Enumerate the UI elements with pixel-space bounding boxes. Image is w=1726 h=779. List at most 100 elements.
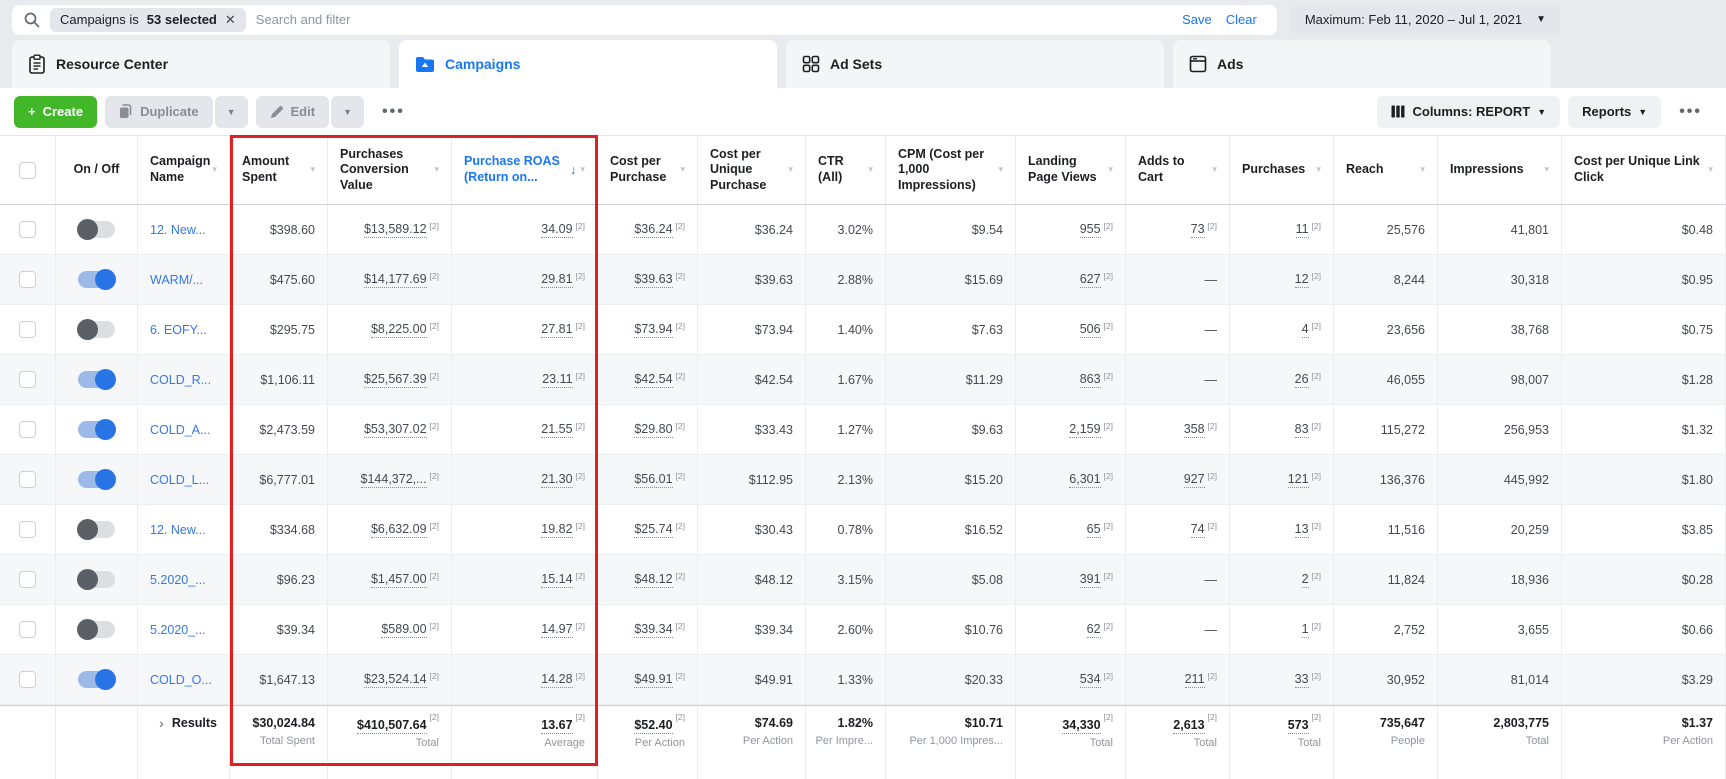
results-cell-label: Total xyxy=(1090,737,1113,749)
row-checkbox[interactable] xyxy=(19,221,36,238)
metric-cell: 3.15% xyxy=(806,555,886,604)
chevron-down-icon[interactable]: ▾ xyxy=(1316,164,1321,175)
metric-cell: $7.63 xyxy=(886,305,1016,354)
column-header-cost-per-unique-link-click[interactable]: Cost per Unique Link Click ▾ xyxy=(1562,136,1726,204)
campaign-name-link[interactable]: COLD_A... xyxy=(150,423,210,437)
metric-cell: 627[2] xyxy=(1016,255,1126,304)
metric-cell: 13[2] xyxy=(1230,505,1334,554)
tab-ad-sets[interactable]: Ad Sets xyxy=(786,40,1164,88)
column-header-purchase-roas[interactable]: Purchase ROAS (Return on... ↓ ▾ xyxy=(452,136,598,204)
chevron-down-icon[interactable]: ▾ xyxy=(1212,164,1217,175)
close-icon[interactable]: ✕ xyxy=(225,12,236,28)
more-options-button[interactable]: ••• xyxy=(1669,103,1712,121)
column-header-purchases-conversion-value[interactable]: Purchases Conversion Value ▾ xyxy=(328,136,452,204)
column-header-cpm[interactable]: CPM (Cost per 1,000 Impressions) ▾ xyxy=(886,136,1016,204)
save-button[interactable]: Save xyxy=(1182,12,1212,27)
metric-value: 2.88% xyxy=(838,273,873,287)
clear-button[interactable]: Clear xyxy=(1226,12,1257,27)
edit-button[interactable]: Edit xyxy=(256,96,330,128)
search-input[interactable]: Search and filter xyxy=(256,12,1172,27)
chevron-down-icon[interactable]: ▾ xyxy=(998,164,1003,175)
chevron-down-icon[interactable]: ▾ xyxy=(310,164,315,175)
row-checkbox[interactable] xyxy=(19,421,36,438)
campaign-toggle[interactable] xyxy=(78,471,115,488)
campaign-name-link[interactable]: 5.2020_... xyxy=(150,573,206,587)
footnote-ref: [2] xyxy=(430,221,439,231)
column-header-purchases[interactable]: Purchases ▾ xyxy=(1230,136,1334,204)
campaign-toggle[interactable] xyxy=(78,571,115,588)
metric-cell: $29.80[2] xyxy=(598,405,698,454)
campaign-name-link[interactable]: COLD_O... xyxy=(150,673,212,687)
campaign-toggle[interactable] xyxy=(78,271,115,288)
metric-cell: $1.28 xyxy=(1562,355,1726,404)
campaign-toggle[interactable] xyxy=(78,421,115,438)
metric-value: 65 xyxy=(1087,522,1101,538)
metric-cell: $42.54[2] xyxy=(598,355,698,404)
column-header-amount-spent[interactable]: Amount Spent ▾ xyxy=(230,136,328,204)
column-header-landing-page-views[interactable]: Landing Page Views ▾ xyxy=(1016,136,1126,204)
column-header-campaign-name[interactable]: Campaign Name ▾ xyxy=(138,136,230,204)
ads-manager-app: Campaigns is 53 selected ✕ Search and fi… xyxy=(0,0,1726,779)
chevron-down-icon[interactable]: ▾ xyxy=(1544,164,1549,175)
metric-cell: 1.27% xyxy=(806,405,886,454)
campaign-toggle[interactable] xyxy=(78,671,115,688)
chevron-down-icon[interactable]: ▾ xyxy=(680,164,685,175)
campaign-toggle[interactable] xyxy=(78,371,115,388)
sort-descending-icon[interactable]: ↓ xyxy=(570,162,577,178)
column-header-adds-to-cart[interactable]: Adds to Cart ▾ xyxy=(1126,136,1230,204)
metric-value: $6,632.09 xyxy=(371,522,427,538)
row-checkbox[interactable] xyxy=(19,571,36,588)
metric-value: $3.85 xyxy=(1682,523,1713,537)
campaign-name-link[interactable]: 5.2020_... xyxy=(150,623,206,637)
reports-button[interactable]: Reports ▼ xyxy=(1568,96,1661,128)
duplicate-dropdown-button[interactable]: ▼ xyxy=(215,96,248,128)
row-checkbox[interactable] xyxy=(19,521,36,538)
chevron-down-icon[interactable]: ▾ xyxy=(1708,164,1713,175)
campaign-name-link[interactable]: 12. New... xyxy=(150,223,206,237)
campaign-name-link[interactable]: COLD_R... xyxy=(150,373,211,387)
chevron-down-icon[interactable]: ▾ xyxy=(212,164,217,175)
metric-cell: $0.66 xyxy=(1562,605,1726,654)
row-checkbox[interactable] xyxy=(19,621,36,638)
column-header-ctr-all[interactable]: CTR (All) ▾ xyxy=(806,136,886,204)
chevron-down-icon[interactable]: ▾ xyxy=(788,164,793,175)
row-checkbox[interactable] xyxy=(19,271,36,288)
edit-dropdown-button[interactable]: ▼ xyxy=(331,96,364,128)
expand-results-icon[interactable]: › xyxy=(159,716,164,730)
column-header-cost-per-unique-purchase[interactable]: Cost per Unique Purchase ▾ xyxy=(698,136,806,204)
chevron-down-icon[interactable]: ▾ xyxy=(1420,164,1425,175)
chevron-down-icon[interactable]: ▾ xyxy=(1108,164,1113,175)
chevron-down-icon[interactable]: ▾ xyxy=(580,164,585,175)
campaign-name-link[interactable]: COLD_L... xyxy=(150,473,209,487)
campaign-toggle[interactable] xyxy=(78,221,115,238)
filter-chip-campaigns-selected[interactable]: Campaigns is 53 selected ✕ xyxy=(50,8,246,32)
campaign-toggle[interactable] xyxy=(78,521,115,538)
column-header-cost-per-purchase[interactable]: Cost per Purchase ▾ xyxy=(598,136,698,204)
campaign-toggle[interactable] xyxy=(78,321,115,338)
campaign-name-link[interactable]: WARM/... xyxy=(150,273,203,287)
columns-button[interactable]: Columns: REPORT ▼ xyxy=(1377,96,1560,128)
tab-campaigns[interactable]: Campaigns xyxy=(399,40,777,88)
campaign-name-link[interactable]: 6. EOFY... xyxy=(150,323,207,337)
select-all-checkbox[interactable] xyxy=(19,162,36,179)
column-header-reach[interactable]: Reach ▾ xyxy=(1334,136,1438,204)
tab-ads[interactable]: Ads xyxy=(1173,40,1551,88)
search-and-filter-bar[interactable]: Campaigns is 53 selected ✕ Search and fi… xyxy=(12,5,1277,35)
row-checkbox[interactable] xyxy=(19,321,36,338)
column-header-impressions[interactable]: Impressions ▾ xyxy=(1438,136,1562,204)
row-checkbox[interactable] xyxy=(19,371,36,388)
more-actions-button[interactable]: ••• xyxy=(372,103,415,121)
chevron-down-icon[interactable]: ▾ xyxy=(868,164,873,175)
date-range-selector[interactable]: Maximum: Feb 11, 2020 – Jul 1, 2021 ▼ xyxy=(1291,5,1560,35)
tab-resource-center[interactable]: Resource Center xyxy=(12,40,390,88)
metric-value: $36.24 xyxy=(755,223,793,237)
metric-cell: 46,055 xyxy=(1334,355,1438,404)
campaign-name-link[interactable]: 12. New... xyxy=(150,523,206,537)
create-button[interactable]: + Create xyxy=(14,96,97,128)
chevron-down-icon[interactable]: ▾ xyxy=(434,164,439,175)
campaign-toggle[interactable] xyxy=(78,621,115,638)
duplicate-button[interactable]: Duplicate xyxy=(105,96,213,128)
metric-cell: — xyxy=(1126,605,1230,654)
row-checkbox[interactable] xyxy=(19,671,36,688)
row-checkbox[interactable] xyxy=(19,471,36,488)
